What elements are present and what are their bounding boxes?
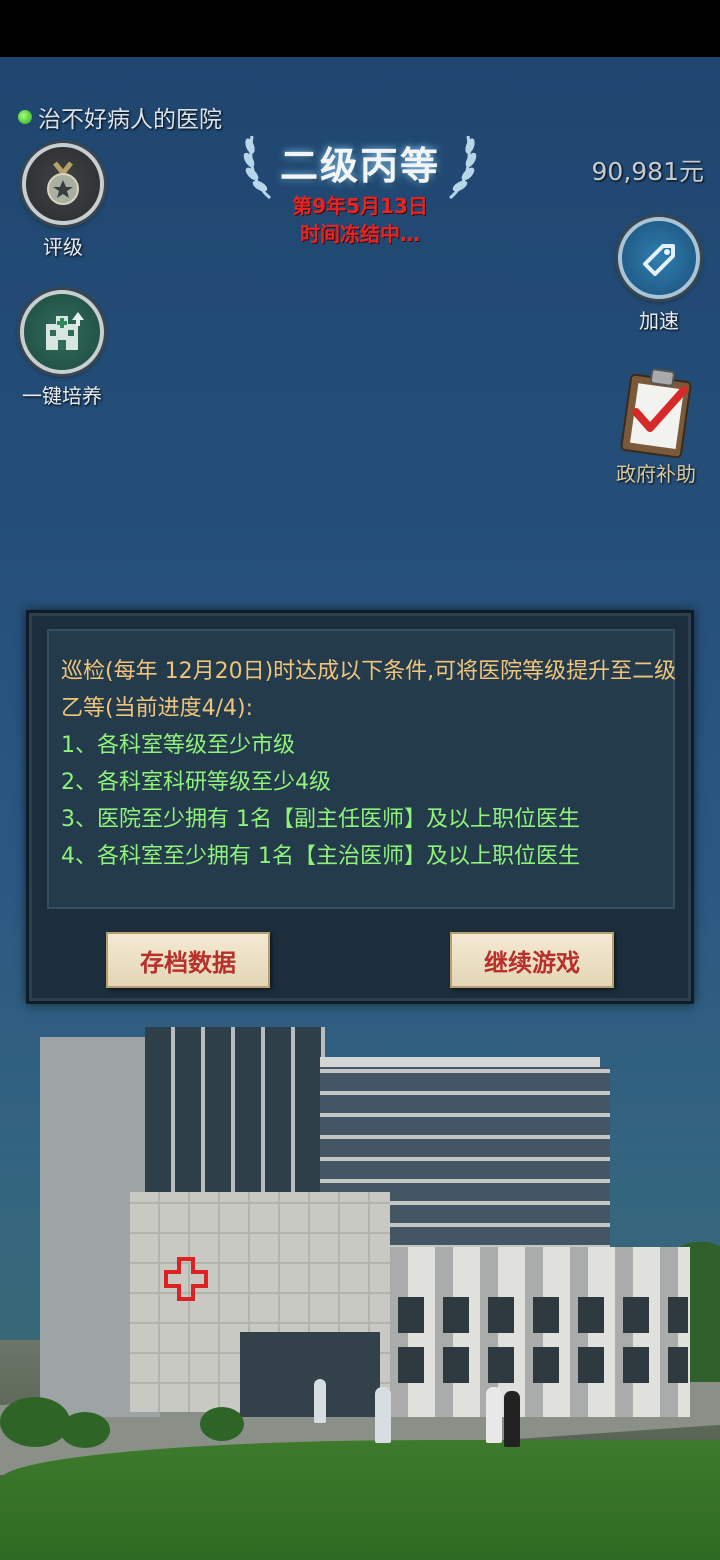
time-status: 时间冻结中… — [300, 222, 420, 246]
hospital-name: 治不好病人的医院 — [18, 100, 222, 134]
person — [504, 1391, 520, 1447]
clipboard-check-icon — [620, 368, 692, 458]
condition-item: 4、各科室至少拥有 1名【主治医师】及以上职位医生 — [61, 844, 580, 869]
lawn — [0, 1440, 720, 1560]
speed-tag-icon — [618, 217, 700, 299]
building-windows — [398, 1297, 688, 1333]
person — [375, 1387, 391, 1443]
continue-game-button[interactable]: 继续游戏 — [450, 932, 614, 988]
conditions-list: 1、各科室等级至少市级 2、各科室科研等级至少4级 3、医院至少拥有 1名【副主… — [61, 727, 691, 875]
person — [314, 1379, 326, 1423]
hospital-upgrade-icon — [20, 290, 104, 374]
medal-icon — [22, 143, 104, 225]
dialog-intro-text: 巡检(每年 12月20日)时达成以下条件,可将医院等级提升至二级乙等(当前进度4… — [61, 659, 677, 721]
red-cross-icon — [164, 1257, 208, 1301]
one-click-train-label: 一键培养 — [22, 384, 102, 408]
building-windows — [398, 1347, 688, 1383]
condition-item: 3、医院至少拥有 1名【副主任医师】及以上职位医生 — [61, 807, 580, 832]
hospital-building-illustration — [0, 917, 720, 1560]
save-data-button[interactable]: 存档数据 — [106, 932, 270, 988]
government-subsidy-button[interactable]: 政府补助 — [612, 362, 700, 487]
building-door — [240, 1332, 380, 1417]
hospital-grade-banner: 二级丙等 — [240, 124, 480, 200]
money-balance: 90,981元 — [591, 157, 704, 186]
person — [486, 1387, 502, 1443]
one-click-train-button[interactable]: 一键培养 — [20, 290, 104, 409]
status-dot-icon — [18, 110, 32, 124]
speed-up-button[interactable]: 加速 — [618, 217, 700, 334]
status-bar — [0, 0, 720, 57]
bush — [0, 1397, 70, 1447]
condition-item: 1、各科室等级至少市级 — [61, 733, 295, 758]
game-date: 第9年5月13日 — [292, 194, 428, 218]
rating-button[interactable]: 评级 — [22, 143, 104, 260]
bush — [60, 1412, 110, 1448]
speed-up-label: 加速 — [639, 309, 679, 333]
government-subsidy-label: 政府补助 — [616, 462, 696, 486]
hospital-name-text: 治不好病人的医院 — [38, 107, 222, 133]
bush — [200, 1407, 244, 1441]
rating-label: 评级 — [43, 235, 83, 259]
condition-item: 2、各科室科研等级至少4级 — [61, 770, 331, 795]
hospital-grade: 二级丙等 — [279, 143, 440, 188]
